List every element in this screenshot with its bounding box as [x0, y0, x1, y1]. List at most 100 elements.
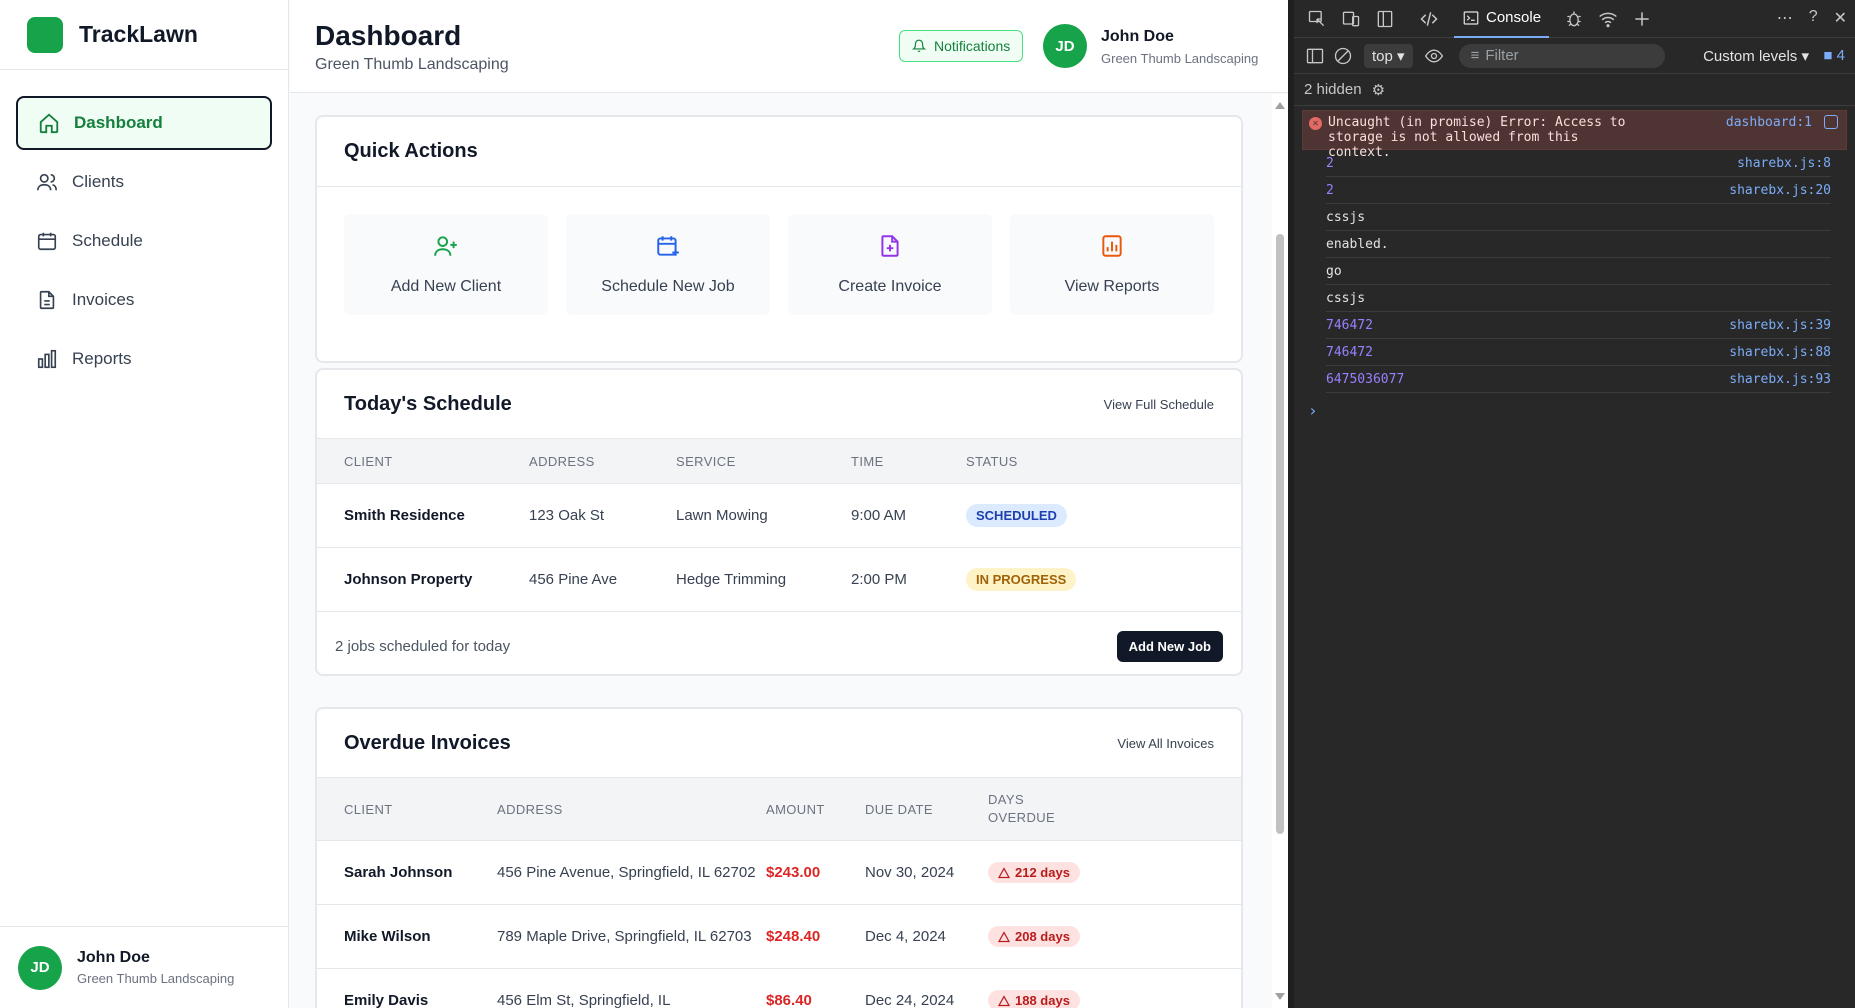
log-source-link[interactable]: sharebx.js:8 — [1737, 156, 1831, 171]
log-source-link[interactable]: sharebx.js:93 — [1729, 372, 1831, 387]
table-row[interactable]: Sarah Johnson 456 Pine Avenue, Springfie… — [317, 841, 1241, 905]
log-source-link[interactable]: sharebx.js:20 — [1729, 183, 1831, 198]
cell-amount: $243.00 — [766, 864, 821, 881]
console-log-line[interactable]: go — [1326, 258, 1831, 285]
console-log-line[interactable]: cssjs — [1326, 204, 1831, 231]
message-count-badge[interactable]: ■ 4 — [1823, 47, 1845, 64]
console-log-list: 2 sharebx.js:8 2 sharebx.js:20 cssjs enabl… — [1294, 150, 1855, 393]
console-log-line[interactable]: cssjs — [1326, 285, 1831, 312]
more-options-icon[interactable]: ⋯ — [1777, 8, 1793, 28]
table-row[interactable]: Smith Residence 123 Oak St Lawn Mowing 9… — [317, 484, 1241, 548]
levels-label: Custom levels — [1703, 48, 1798, 65]
context-select[interactable]: top ▾ — [1364, 43, 1413, 68]
column-header[interactable]: TIME — [851, 454, 966, 469]
brand[interactable]: TrackLawn — [0, 0, 288, 70]
sidebar-item-invoices[interactable]: Invoices — [16, 273, 272, 327]
quick-actions-card: Quick Actions Add New Client Schedule Ne… — [315, 115, 1243, 363]
scroll-down-arrow-icon[interactable] — [1275, 993, 1285, 1000]
quick-action-label: Add New Client — [390, 278, 502, 295]
help-icon[interactable]: ? — [1809, 8, 1818, 28]
error-text: Uncaught (in promise) Error: Access to s… — [1328, 115, 1626, 160]
table-row[interactable]: Emily Davis 456 Elm St, Springfield, IL … — [317, 969, 1241, 1008]
console-log-line[interactable]: 2 sharebx.js:20 — [1326, 177, 1831, 204]
error-source-link[interactable]: dashboard:1 — [1726, 115, 1812, 130]
wifi-icon[interactable] — [1597, 8, 1619, 30]
table-row[interactable]: Mike Wilson 789 Maple Drive, Springfield… — [317, 905, 1241, 969]
elements-tab-icon[interactable] — [1418, 8, 1440, 30]
sidebar-item-clients[interactable]: Clients — [16, 155, 272, 209]
inspect-element-icon[interactable] — [1306, 8, 1328, 30]
column-header[interactable]: DUE DATE — [865, 802, 988, 817]
sidebar-item-reports[interactable]: Reports — [16, 332, 272, 386]
schedule-title: Today's Schedule — [344, 392, 512, 415]
log-value: 746472 — [1326, 344, 1373, 360]
filter-input[interactable]: ≡ Filter — [1458, 43, 1665, 68]
cell-time: 9:00 AM — [851, 507, 907, 524]
sidebar-item-schedule[interactable]: Schedule — [16, 214, 272, 268]
content-scrollbar[interactable] — [1272, 94, 1288, 1008]
console-error-message[interactable]: ✕ Uncaught (in promise) Error: Access to… — [1302, 110, 1847, 160]
close-icon[interactable]: ✕ — [1834, 8, 1847, 28]
days-overdue-badge: 208 days — [988, 926, 1080, 947]
home-icon — [38, 112, 60, 134]
column-header[interactable]: STATUS — [966, 454, 1018, 469]
dock-side-icon[interactable] — [1374, 8, 1396, 30]
days-overdue-badge: 212 days — [988, 862, 1080, 883]
top-bar: Dashboard Green Thumb Landscaping Notifi… — [290, 0, 1288, 93]
column-header[interactable]: ADDRESS — [497, 802, 766, 817]
settings-gear-icon[interactable]: ⚙ — [1372, 81, 1385, 99]
log-source-link[interactable]: sharebx.js:88 — [1729, 345, 1831, 360]
days-overdue-value: 208 days — [1015, 929, 1070, 944]
log-source-link[interactable]: sharebx.js:39 — [1729, 318, 1831, 333]
sidebar-item-dashboard[interactable]: Dashboard — [16, 96, 272, 150]
scroll-up-arrow-icon[interactable] — [1275, 102, 1285, 109]
notifications-button[interactable]: Notifications — [899, 30, 1024, 62]
sidebar-item-label: Clients — [72, 172, 124, 191]
scroll-thumb[interactable] — [1276, 234, 1284, 834]
view-all-invoices-button[interactable]: View All Invoices — [1117, 736, 1214, 751]
column-header[interactable]: SERVICE — [676, 454, 851, 469]
console-log-line[interactable]: 6475036077 sharebx.js:93 — [1326, 366, 1831, 393]
add-new-client-button[interactable]: Add New Client — [344, 214, 548, 315]
console-log-line[interactable]: 746472 sharebx.js:88 — [1326, 339, 1831, 366]
log-levels-dropdown[interactable]: Custom levels ▾ — [1703, 47, 1809, 65]
avatar[interactable]: JD — [1043, 24, 1087, 68]
column-header[interactable]: CLIENT — [344, 802, 497, 817]
sidebar-user[interactable]: JD John Doe Green Thumb Landscaping — [0, 926, 289, 1008]
table-row[interactable]: Johnson Property 456 Pine Ave Hedge Trim… — [317, 548, 1241, 612]
console-log-line[interactable]: 2 sharebx.js:8 — [1326, 150, 1831, 177]
column-header[interactable]: DAYS OVERDUE — [988, 791, 1068, 827]
status-badge: IN PROGRESS — [966, 568, 1077, 591]
ai-explain-icon[interactable] — [1824, 115, 1838, 129]
log-value: go — [1326, 263, 1342, 279]
add-new-job-button[interactable]: Add New Job — [1116, 630, 1223, 662]
file-icon — [36, 289, 58, 311]
days-overdue-badge: 188 days — [988, 990, 1080, 1008]
tab-console[interactable]: Console — [1454, 0, 1550, 38]
sidebar-toggle-icon[interactable] — [1304, 45, 1326, 67]
eye-icon[interactable] — [1423, 45, 1445, 67]
warning-icon — [998, 930, 1010, 943]
clear-console-icon[interactable] — [1332, 45, 1354, 67]
view-full-schedule-button[interactable]: View Full Schedule — [1104, 397, 1214, 412]
add-tab-icon[interactable] — [1631, 8, 1653, 30]
overdue-title: Overdue Invoices — [344, 731, 511, 754]
quick-action-label: View Reports — [1064, 278, 1160, 295]
log-value: cssjs — [1326, 290, 1366, 306]
quick-action-label: Schedule New Job — [601, 278, 735, 295]
create-invoice-button[interactable]: Create Invoice — [788, 214, 992, 315]
column-header[interactable]: AMOUNT — [766, 802, 865, 817]
console-prompt-input[interactable]: › — [1308, 401, 1855, 420]
bug-icon[interactable] — [1563, 8, 1585, 30]
console-log-line[interactable]: 746472 sharebx.js:39 — [1326, 312, 1831, 339]
console-log-line[interactable]: enabled. — [1326, 231, 1831, 258]
table-header: CLIENT ADDRESS SERVICE TIME STATUS — [317, 438, 1241, 484]
view-reports-button[interactable]: View Reports — [1010, 214, 1214, 315]
device-toggle-icon[interactable] — [1340, 8, 1362, 30]
column-header[interactable]: CLIENT — [344, 454, 529, 469]
avatar: JD — [18, 945, 62, 990]
log-value: enabled. — [1326, 236, 1389, 252]
column-header[interactable]: ADDRESS — [529, 454, 676, 469]
days-overdue-value: 212 days — [1015, 865, 1070, 880]
schedule-new-job-button[interactable]: Schedule New Job — [566, 214, 770, 315]
